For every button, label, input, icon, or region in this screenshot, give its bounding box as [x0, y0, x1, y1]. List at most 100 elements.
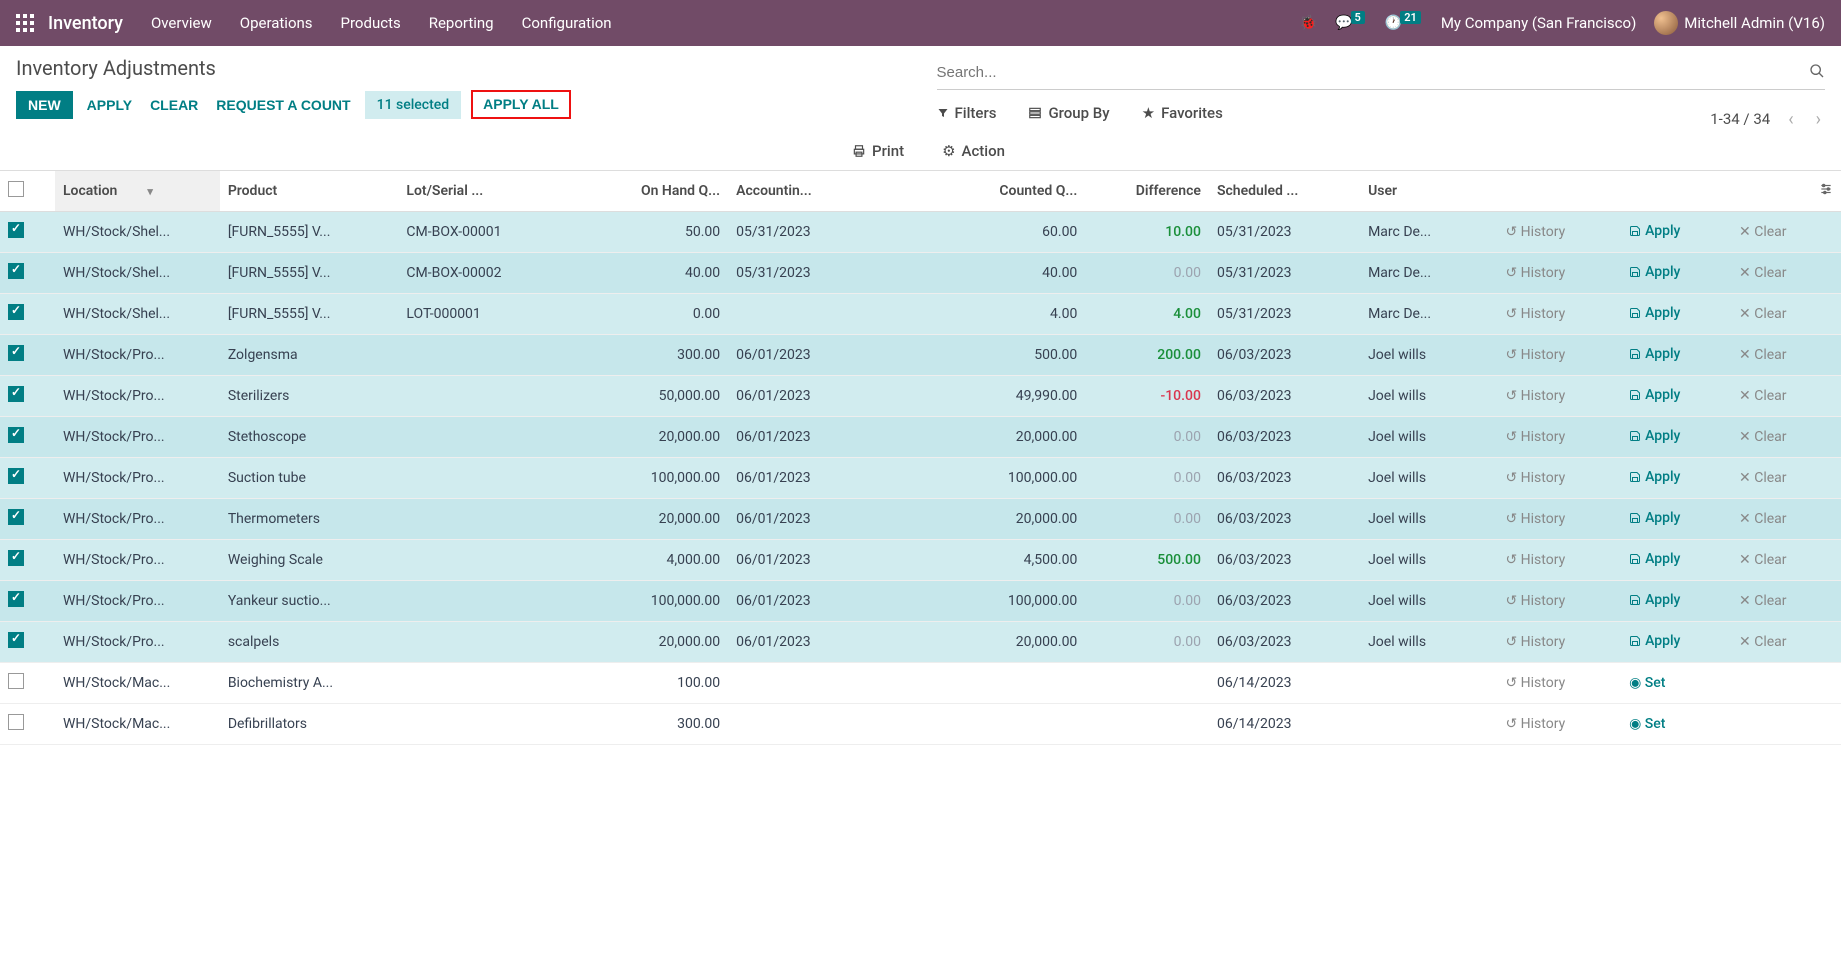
table-row[interactable]: WH/Stock/Pro... scalpels 20,000.00 06/01…	[0, 622, 1841, 663]
user-menu[interactable]: Mitchell Admin (V16)	[1654, 11, 1825, 35]
table-row[interactable]: WH/Stock/Shel... [FURN_5555] V... CM-BOX…	[0, 212, 1841, 253]
cell-counted[interactable]	[866, 704, 1086, 745]
row-apply-button[interactable]: Apply	[1629, 633, 1680, 649]
cell-counted[interactable]: 100,000.00	[866, 458, 1086, 499]
row-checkbox[interactable]	[8, 386, 24, 402]
table-row[interactable]: WH/Stock/Pro... Thermometers 20,000.00 0…	[0, 499, 1841, 540]
table-row[interactable]: WH/Stock/Shel... [FURN_5555] V... LOT-00…	[0, 294, 1841, 335]
row-clear-button[interactable]: ✕ Clear	[1739, 470, 1787, 486]
row-clear-button[interactable]: ✕ Clear	[1739, 511, 1787, 527]
cell-counted[interactable]: 49,990.00	[866, 376, 1086, 417]
row-checkbox[interactable]	[8, 714, 24, 730]
row-history-button[interactable]: ↺ History	[1505, 470, 1565, 486]
filters-button[interactable]: Filters	[937, 104, 997, 122]
row-checkbox[interactable]	[8, 263, 24, 279]
cell-counted[interactable]: 4,500.00	[866, 540, 1086, 581]
row-history-button[interactable]: ↺ History	[1505, 716, 1565, 732]
table-row[interactable]: WH/Stock/Mac... Biochemistry A... 100.00…	[0, 663, 1841, 704]
company-selector[interactable]: My Company (San Francisco)	[1441, 14, 1636, 32]
nav-configuration[interactable]: Configuration	[522, 14, 612, 32]
row-clear-button[interactable]: ✕ Clear	[1739, 429, 1787, 445]
nav-products[interactable]: Products	[341, 14, 401, 32]
row-history-button[interactable]: ↺ History	[1505, 388, 1565, 404]
cell-counted[interactable]: 20,000.00	[866, 499, 1086, 540]
row-apply-button[interactable]: Apply	[1629, 223, 1680, 239]
cell-counted[interactable]: 500.00	[866, 335, 1086, 376]
col-location[interactable]: Location▾	[55, 171, 220, 212]
selection-badge[interactable]: 11 selected	[365, 91, 462, 119]
groupby-button[interactable]: Group By	[1028, 104, 1109, 122]
row-clear-button[interactable]: ✕ Clear	[1739, 593, 1787, 609]
new-button[interactable]: NEW	[16, 91, 73, 119]
row-apply-button[interactable]: Apply	[1629, 592, 1680, 608]
table-row[interactable]: WH/Stock/Pro... Suction tube 100,000.00 …	[0, 458, 1841, 499]
row-history-button[interactable]: ↺ History	[1505, 634, 1565, 650]
apps-icon[interactable]	[16, 14, 34, 32]
row-clear-button[interactable]: ✕ Clear	[1739, 388, 1787, 404]
table-row[interactable]: WH/Stock/Pro... Yankeur suctio... 100,00…	[0, 581, 1841, 622]
row-history-button[interactable]: ↺ History	[1505, 552, 1565, 568]
clear-button[interactable]: CLEAR	[146, 91, 202, 119]
row-clear-button[interactable]: ✕ Clear	[1739, 347, 1787, 363]
col-scheduled[interactable]: Scheduled ...	[1209, 171, 1360, 212]
app-brand[interactable]: Inventory	[48, 13, 123, 34]
favorites-button[interactable]: ★Favorites	[1142, 104, 1223, 122]
row-history-button[interactable]: ↺ History	[1505, 593, 1565, 609]
row-checkbox[interactable]	[8, 509, 24, 525]
row-checkbox[interactable]	[8, 304, 24, 320]
row-checkbox[interactable]	[8, 632, 24, 648]
row-set-button[interactable]: ◉ Set	[1629, 716, 1665, 732]
row-checkbox[interactable]	[8, 222, 24, 238]
table-row[interactable]: WH/Stock/Pro... Zolgensma 300.00 06/01/2…	[0, 335, 1841, 376]
row-apply-button[interactable]: Apply	[1629, 469, 1680, 485]
col-accounting[interactable]: Accountin...	[728, 171, 865, 212]
table-row[interactable]: WH/Stock/Mac... Defibrillators 300.00 06…	[0, 704, 1841, 745]
nav-operations[interactable]: Operations	[240, 14, 313, 32]
apply-button[interactable]: APPLY	[83, 91, 136, 119]
debug-icon[interactable]: 🐞	[1300, 15, 1317, 31]
col-counted[interactable]: Counted Q...	[866, 171, 1086, 212]
search-input[interactable]	[937, 60, 1810, 85]
messages-icon[interactable]: 💬5	[1335, 15, 1367, 31]
action-button[interactable]: ⚙Action	[942, 142, 1005, 160]
table-row[interactable]: WH/Stock/Pro... Sterilizers 50,000.00 06…	[0, 376, 1841, 417]
request-count-button[interactable]: REQUEST A COUNT	[212, 91, 354, 119]
row-checkbox[interactable]	[8, 427, 24, 443]
cell-counted[interactable]: 60.00	[866, 212, 1086, 253]
optional-columns-icon[interactable]	[1819, 184, 1833, 200]
row-checkbox[interactable]	[8, 673, 24, 689]
row-clear-button[interactable]: ✕ Clear	[1739, 265, 1787, 281]
print-button[interactable]: Print	[852, 142, 904, 160]
row-checkbox[interactable]	[8, 591, 24, 607]
col-onhand[interactable]: On Hand Q...	[577, 171, 728, 212]
row-clear-button[interactable]: ✕ Clear	[1739, 552, 1787, 568]
col-lot[interactable]: Lot/Serial ...	[398, 171, 577, 212]
cell-counted[interactable]	[866, 663, 1086, 704]
pager-text[interactable]: 1-34 / 34	[1710, 110, 1770, 128]
row-apply-button[interactable]: Apply	[1629, 346, 1680, 362]
row-apply-button[interactable]: Apply	[1629, 264, 1680, 280]
col-product[interactable]: Product	[220, 171, 399, 212]
table-row[interactable]: WH/Stock/Pro... Stethoscope 20,000.00 06…	[0, 417, 1841, 458]
nav-overview[interactable]: Overview	[151, 14, 212, 32]
row-apply-button[interactable]: Apply	[1629, 305, 1680, 321]
pager-prev[interactable]: ‹	[1784, 109, 1797, 130]
cell-counted[interactable]: 100,000.00	[866, 581, 1086, 622]
row-history-button[interactable]: ↺ History	[1505, 429, 1565, 445]
row-history-button[interactable]: ↺ History	[1505, 306, 1565, 322]
pager-next[interactable]: ›	[1812, 109, 1825, 130]
row-history-button[interactable]: ↺ History	[1505, 511, 1565, 527]
row-apply-button[interactable]: Apply	[1629, 551, 1680, 567]
row-history-button[interactable]: ↺ History	[1505, 675, 1565, 691]
cell-counted[interactable]: 20,000.00	[866, 622, 1086, 663]
table-row[interactable]: WH/Stock/Shel... [FURN_5555] V... CM-BOX…	[0, 253, 1841, 294]
col-user[interactable]: User	[1360, 171, 1497, 212]
select-all-checkbox[interactable]	[8, 181, 24, 197]
row-checkbox[interactable]	[8, 468, 24, 484]
col-difference[interactable]: Difference	[1085, 171, 1209, 212]
row-history-button[interactable]: ↺ History	[1505, 224, 1565, 240]
row-checkbox[interactable]	[8, 550, 24, 566]
cell-counted[interactable]: 4.00	[866, 294, 1086, 335]
row-history-button[interactable]: ↺ History	[1505, 347, 1565, 363]
activities-icon[interactable]: 🕐21	[1385, 15, 1423, 31]
